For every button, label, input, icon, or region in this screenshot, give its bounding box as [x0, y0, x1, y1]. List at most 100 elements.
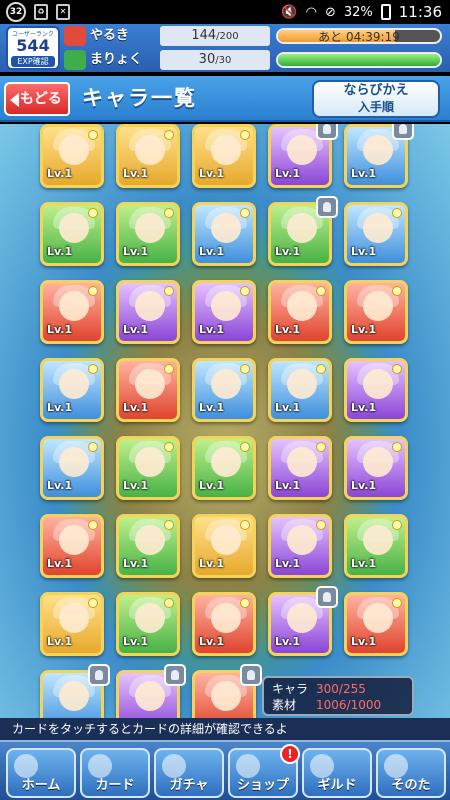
character-card[interactable]: Lv.1: [116, 592, 180, 656]
battery-percent: 32%: [343, 4, 373, 20]
card-level: Lv.1: [47, 635, 73, 648]
character-card[interactable]: Lv.1: [192, 358, 256, 422]
attribute-orb-icon: [316, 286, 326, 296]
attribute-orb-icon: [392, 208, 402, 218]
character-portrait: [59, 135, 89, 165]
character-portrait: [363, 525, 393, 555]
character-card[interactable]: Lv.1: [192, 514, 256, 578]
character-card[interactable]: Lv.1: [192, 436, 256, 500]
wifi-icon: ◠: [305, 4, 317, 20]
character-card[interactable]: Lv.1: [192, 280, 256, 344]
card-level: Lv.1: [275, 401, 301, 414]
attribute-orb-icon: [240, 364, 250, 374]
card-level: Lv.1: [275, 167, 301, 180]
character-card[interactable]: Lv.1: [268, 436, 332, 500]
lock-icon: [392, 124, 414, 140]
character-card[interactable]: Lv.1: [40, 124, 104, 188]
card-level: Lv.1: [123, 557, 149, 570]
character-portrait: [135, 603, 165, 633]
character-card[interactable]: Lv.1: [116, 514, 180, 578]
character-card[interactable]: Lv.1: [344, 358, 408, 422]
lock-icon: [316, 586, 338, 608]
character-portrait: [287, 525, 317, 555]
stamina-label: やるき: [90, 28, 130, 43]
character-card[interactable]: Lv.1: [40, 280, 104, 344]
status-bar: 32 ♻ ✕ 🔇 ◠ ⊘ 32% 11:36: [0, 0, 450, 24]
character-card[interactable]: Lv.1: [116, 202, 180, 266]
character-card[interactable]: Lv.1: [40, 202, 104, 266]
magic-bar-fill: [278, 54, 440, 66]
stamina-bar: あと 04:39:19: [276, 28, 442, 44]
attribute-orb-icon: [88, 286, 98, 296]
attribute-orb-icon: [88, 130, 98, 140]
user-rank-box[interactable]: ユーザーランク 544 EXP確認: [6, 26, 60, 70]
character-card[interactable]: Lv.1: [116, 124, 180, 188]
character-card[interactable]: Lv.1: [40, 592, 104, 656]
stamina-value: 144/200: [160, 26, 270, 46]
lock-icon: [316, 196, 338, 218]
character-card[interactable]: Lv.1: [344, 592, 408, 656]
nav-home-button[interactable]: ホーム: [6, 748, 76, 798]
character-portrait: [135, 525, 165, 555]
hint-text: カードをタッチするとカードの詳細が確認できるよ: [0, 718, 450, 740]
bottom-nav: ホーム カード ガチャ ショップ! ギルド そのた: [0, 740, 450, 800]
nav-guild-button[interactable]: ギルド: [302, 748, 372, 798]
attribute-orb-icon: [164, 364, 174, 374]
attribute-orb-icon: [392, 286, 402, 296]
alert-badge-icon: !: [280, 744, 300, 764]
no-sim-icon: ⊘: [324, 4, 336, 20]
character-portrait: [287, 291, 317, 321]
character-card[interactable]: Lv.1: [268, 358, 332, 422]
card-level: Lv.1: [123, 479, 149, 492]
title-bar: もどる キャラ一覧 ならびかえ 入手順: [0, 76, 450, 122]
inventory-counter: キャラ 300/255 素材 1006/1000: [262, 676, 414, 716]
back-button[interactable]: もどる: [4, 82, 70, 116]
attribute-orb-icon: [392, 598, 402, 608]
character-card[interactable]: Lv.1: [344, 436, 408, 500]
attribute-orb-icon: [240, 130, 250, 140]
nav-label: ホーム: [21, 778, 61, 793]
nav-other-button[interactable]: そのた: [376, 748, 446, 798]
character-card[interactable]: Lv.1: [344, 514, 408, 578]
character-portrait: [211, 291, 241, 321]
exp-check-button[interactable]: EXP確認: [11, 56, 55, 67]
character-card[interactable]: Lv.1: [344, 202, 408, 266]
card-level: Lv.1: [351, 323, 377, 336]
card-level: Lv.1: [275, 557, 301, 570]
card-level: Lv.1: [351, 557, 377, 570]
nav-shop-button[interactable]: ショップ!: [228, 744, 300, 798]
sort-button[interactable]: ならびかえ 入手順: [312, 80, 440, 118]
character-card[interactable]: Lv.1: [192, 124, 256, 188]
character-portrait: [211, 135, 241, 165]
character-portrait: [287, 603, 317, 633]
character-portrait: [59, 681, 89, 711]
card-list-area[interactable]: Lv.1 Lv.1 Lv.1 Lv.1 Lv.1 Lv.1 Lv.1 Lv.1 Lv.1 Lv.1…: [0, 124, 450, 718]
character-card[interactable]: Lv.1: [192, 202, 256, 266]
card-level: Lv.1: [199, 245, 225, 258]
card-level: Lv.1: [47, 557, 73, 570]
character-card[interactable]: Lv.1: [116, 358, 180, 422]
character-portrait: [211, 447, 241, 477]
attribute-orb-icon: [164, 130, 174, 140]
stamina-row: やるき 144/200 あと 04:39:19: [64, 26, 444, 46]
character-card[interactable]: Lv.1: [268, 280, 332, 344]
character-card[interactable]: Lv.1: [116, 436, 180, 500]
nav-gacha-button[interactable]: ガチャ: [154, 748, 224, 798]
character-portrait: [211, 369, 241, 399]
character-card[interactable]: Lv.1: [40, 358, 104, 422]
chara-count-value: 300/255: [316, 682, 366, 696]
card-level: Lv.1: [199, 167, 225, 180]
attribute-orb-icon: [88, 520, 98, 530]
character-card[interactable]: Lv.1: [116, 280, 180, 344]
attribute-orb-icon: [164, 208, 174, 218]
character-portrait: [287, 447, 317, 477]
nav-card-button[interactable]: カード: [80, 748, 150, 798]
card-level: Lv.1: [47, 479, 73, 492]
character-card[interactable]: Lv.1: [344, 280, 408, 344]
character-portrait: [211, 213, 241, 243]
character-card[interactable]: Lv.1: [268, 514, 332, 578]
character-card[interactable]: Lv.1: [40, 514, 104, 578]
character-card[interactable]: Lv.1: [192, 592, 256, 656]
card-level: Lv.1: [47, 401, 73, 414]
character-card[interactable]: Lv.1: [40, 436, 104, 500]
